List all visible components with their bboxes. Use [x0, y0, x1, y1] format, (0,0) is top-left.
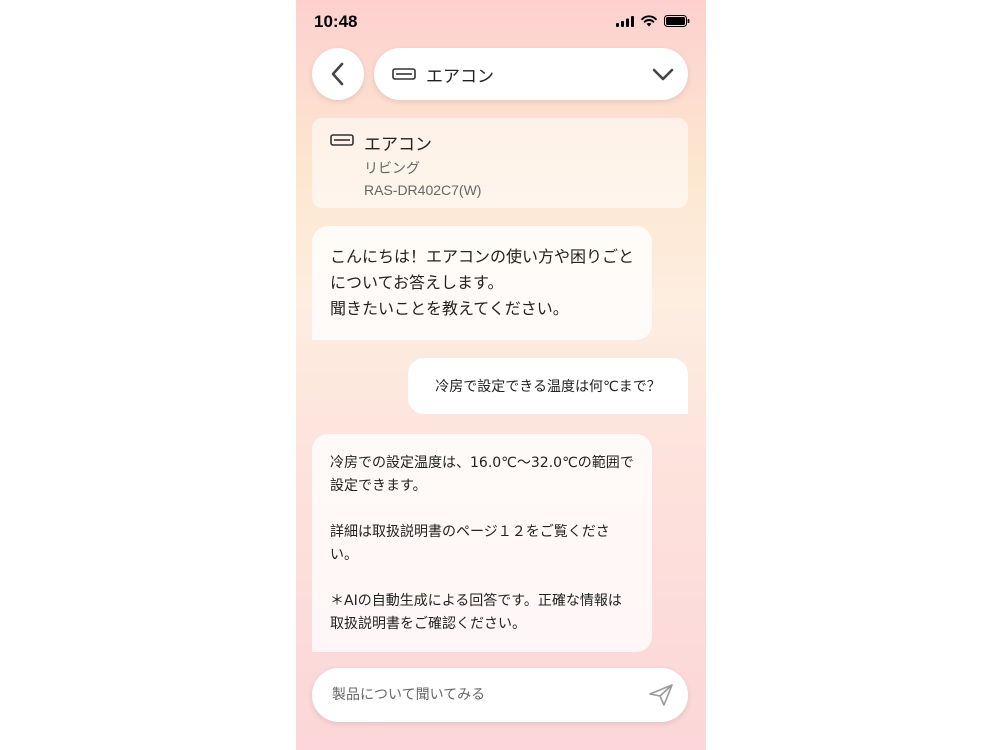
battery-icon — [664, 15, 690, 27]
user-message-text: 冷房で設定できる温度は何℃まで？ — [435, 379, 661, 395]
message-paragraph: 詳細は取扱説明書のページ１２をご覧ください。 — [330, 524, 610, 563]
wifi-icon — [641, 15, 657, 27]
phone-screen: 10:48 エアコン エアコン リビング RAS-DR402C7(W) こんにち… — [296, 0, 706, 750]
message-paragraph: 冷房での設定温度は、16.0℃〜32.0℃の範囲で設定できます。 — [330, 455, 634, 494]
message-line: 聞きたいことを教えてください。 — [330, 299, 569, 318]
chat-input[interactable] — [330, 686, 648, 704]
device-name: エアコン — [364, 135, 432, 155]
assistant-message-greeting: こんにちは！エアコンの使い方や困りごとについてお答えします。 聞きたいことを教え… — [312, 226, 652, 340]
device-card: エアコン リビング RAS-DR402C7(W) — [312, 118, 688, 208]
assistant-message-answer: 冷房での設定温度は、16.0℃〜32.0℃の範囲で設定できます。 詳細は取扱説明… — [312, 434, 652, 652]
chat-input-bar — [312, 668, 688, 722]
device-selector-label: エアコン — [426, 66, 494, 87]
send-icon[interactable] — [648, 683, 674, 707]
air-conditioner-icon — [392, 68, 416, 80]
device-room: リビング — [364, 161, 420, 177]
message-paragraph: ＊AIの自動生成による回答です。正確な情報は取扱説明書をご確認ください。 — [330, 593, 622, 632]
back-button[interactable] — [312, 48, 364, 100]
status-time: 10:48 — [314, 12, 358, 31]
device-selector[interactable]: エアコン — [374, 48, 688, 100]
message-line: こんにちは！エアコンの使い方や困りごとについてお答えします。 — [330, 247, 635, 292]
air-conditioner-icon — [330, 134, 354, 146]
status-icons — [616, 15, 690, 27]
device-model: RAS-DR402C7(W) — [364, 182, 482, 198]
chevron-down-icon — [652, 68, 674, 80]
signal-icon — [616, 15, 634, 27]
chevron-left-icon — [331, 62, 344, 86]
user-message: 冷房で設定できる温度は何℃まで？ — [408, 358, 688, 414]
